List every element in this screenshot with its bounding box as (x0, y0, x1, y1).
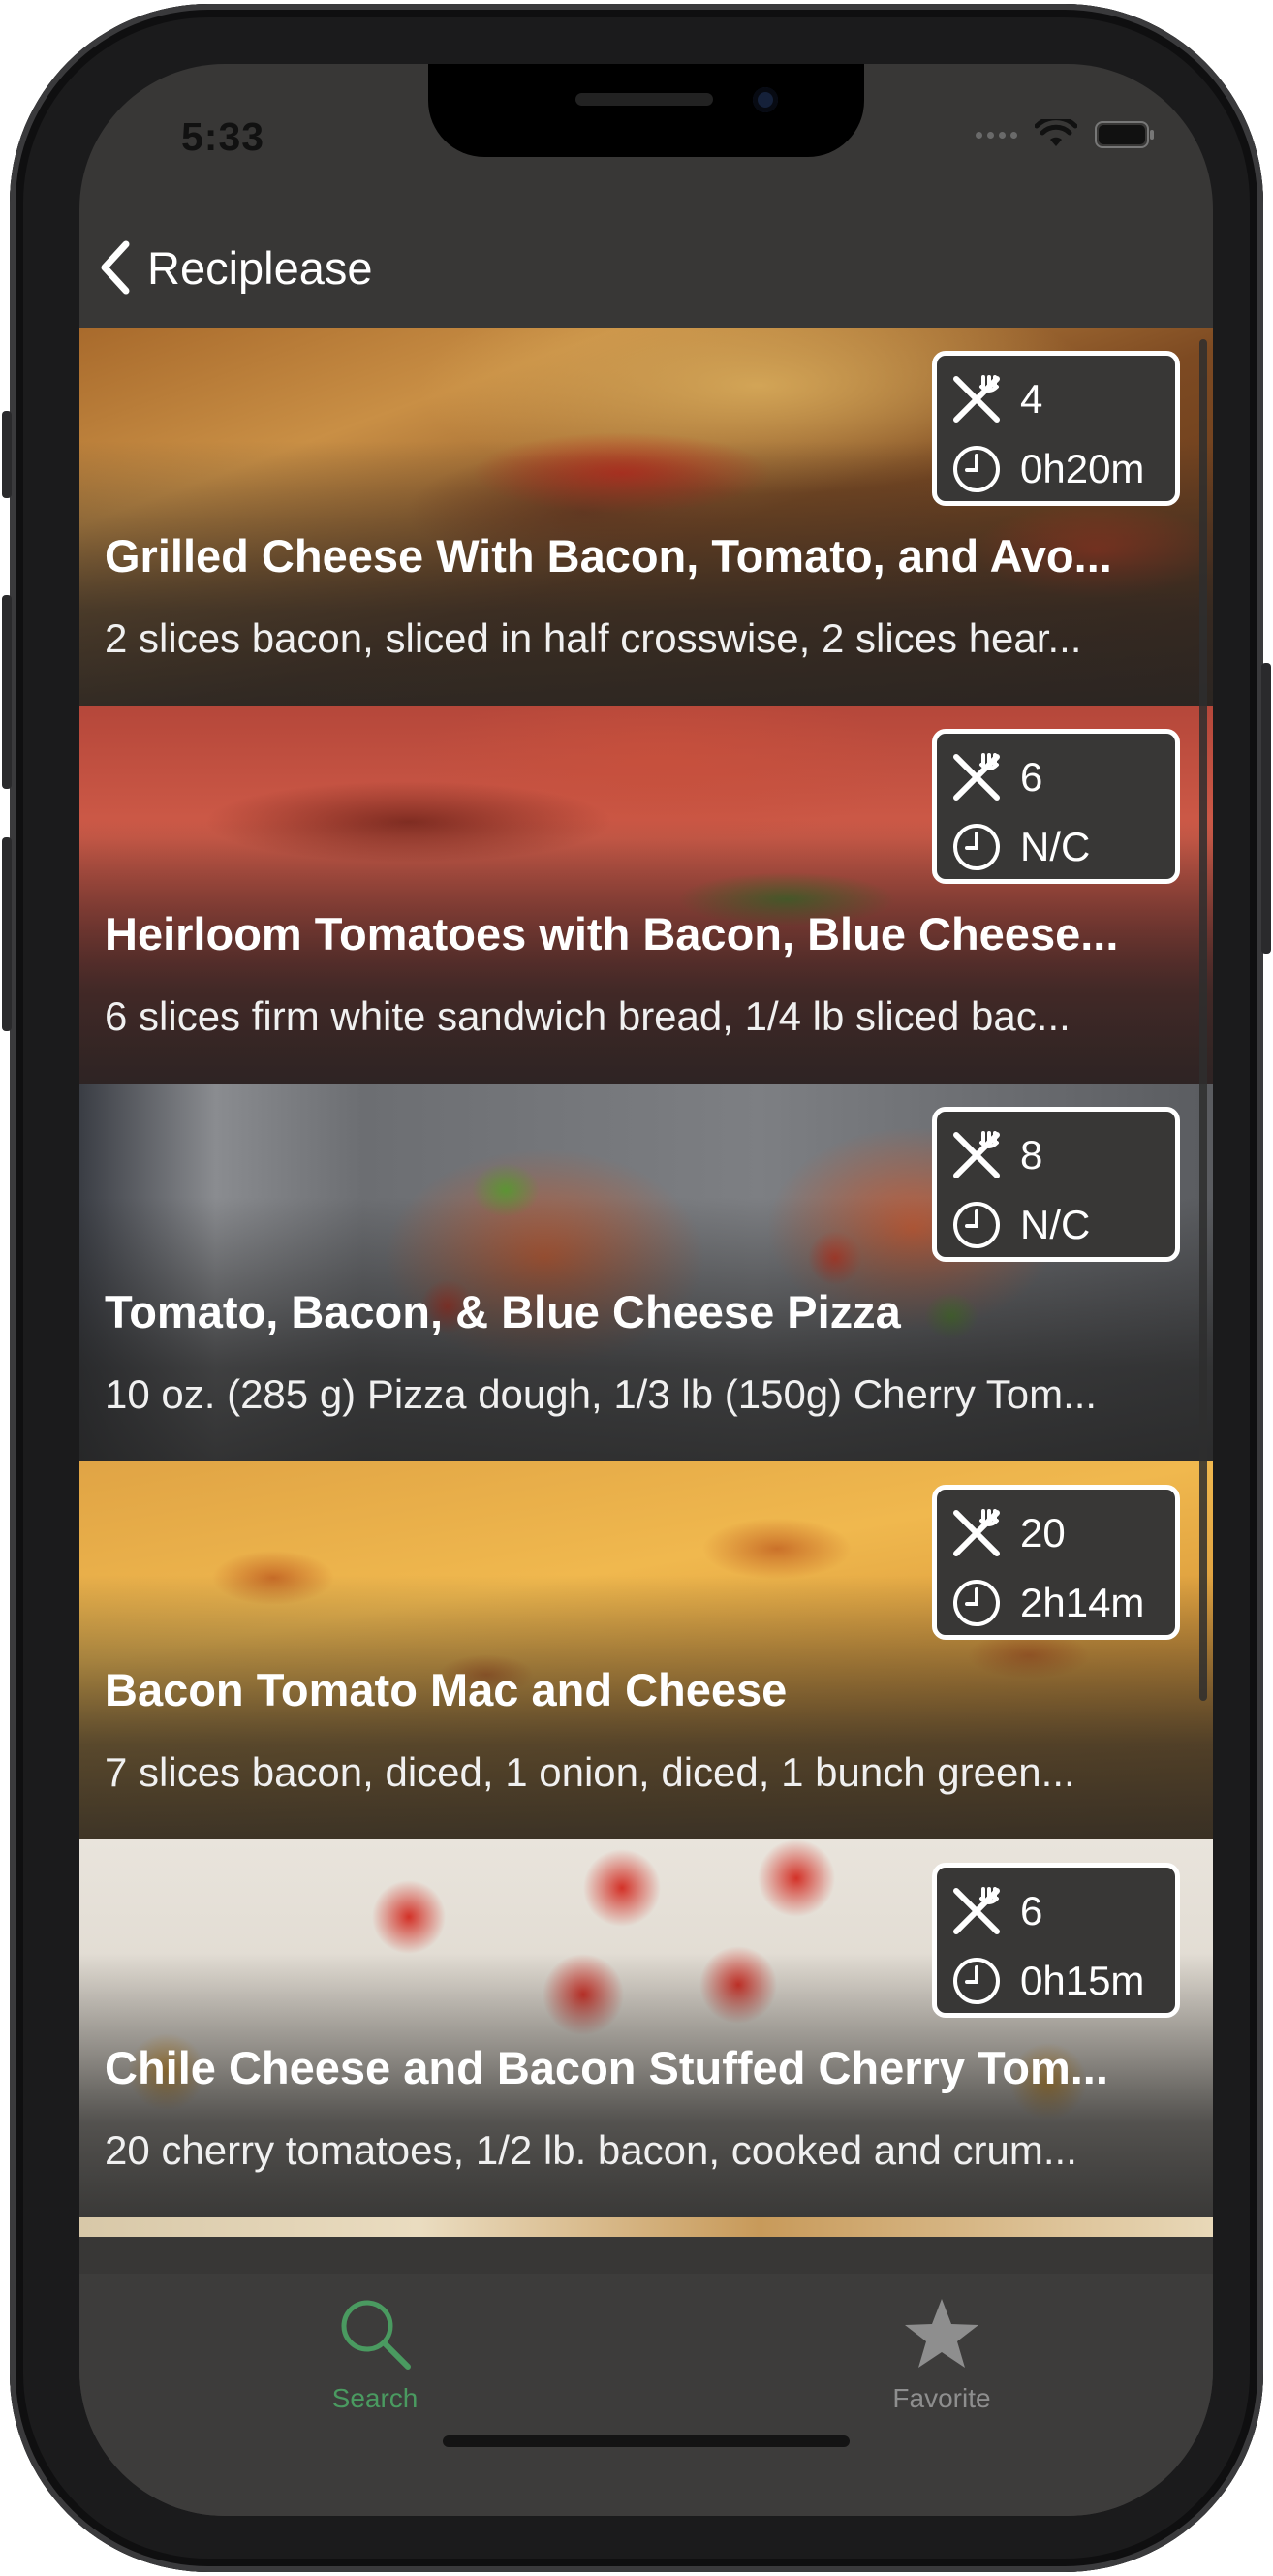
status-icons (976, 119, 1155, 149)
recipe-ingredients: 6 slices firm white sandwich bread, 1/4 … (105, 993, 1071, 1039)
recipe-card[interactable]: 6 N/C Heirloom Tomatoes with Bacon, Blue… (79, 706, 1213, 1084)
back-label: Reciplease (147, 241, 373, 294)
recipe-title: Grilled Cheese With Bacon, Tomato, and A… (105, 530, 1112, 581)
camera (753, 87, 778, 112)
recipe-card[interactable]: 6 0h15m Chile Cheese and Bacon Stuffed C… (79, 1839, 1213, 2217)
tab-favorite-label: Favorite (892, 2383, 991, 2413)
volume-up-button (2, 595, 12, 789)
device-frame: 5:33 Reciplease 4 0h20m Grilled Cheese W… (2, 4, 1271, 2572)
fork-knife-icon (953, 1131, 1000, 1178)
duration-value: N/C (1020, 1202, 1091, 1247)
recipe-info-box: 20 2h14m (932, 1485, 1180, 1640)
fork-knife-icon (953, 1887, 1000, 1934)
tab-search[interactable]: Search (259, 2295, 491, 2421)
duration-row: 2h14m (950, 1577, 1144, 1629)
recipe-title: Chile Cheese and Bacon Stuffed Cherry To… (105, 2042, 1108, 2093)
recipe-title: Heirloom Tomatoes with Bacon, Blue Chees… (105, 908, 1119, 959)
clock-icon (953, 1202, 1000, 1248)
duration-row: 0h15m (950, 1955, 1144, 2007)
back-button[interactable]: Reciplease (99, 238, 373, 297)
duration-value: 2h14m (1020, 1580, 1145, 1625)
duration-value: 0h15m (1020, 1958, 1145, 2003)
servings-row: 4 (950, 373, 1042, 425)
status-time: 5:33 (181, 114, 265, 159)
recipe-ingredients: 7 slices bacon, diced, 1 onion, diced, 1… (105, 1749, 1075, 1795)
recipe-ingredients: 20 cherry tomatoes, 1/2 lb. bacon, cooke… (105, 2127, 1077, 2173)
servings-value: 6 (1020, 1888, 1043, 1933)
duration-row: N/C (950, 1199, 1090, 1251)
wifi-icon (1035, 119, 1077, 146)
duration-row: 0h20m (950, 443, 1144, 495)
tab-search-label: Search (331, 2383, 419, 2413)
recipe-card[interactable]: 8 N/C Tomato, Bacon, & Blue Cheese Pizza… (79, 1084, 1213, 1461)
search-icon (341, 2300, 411, 2370)
clock-icon (953, 446, 1000, 492)
recipe-ingredients: 2 slices bacon, sliced in half crosswise… (105, 615, 1082, 661)
recipe-list[interactable]: 4 0h20m Grilled Cheese With Bacon, Tomat… (79, 328, 1213, 2237)
fork-knife-icon (953, 375, 1000, 423)
duration-value: N/C (1020, 824, 1091, 869)
speaker (575, 93, 713, 106)
servings-value: 4 (1020, 376, 1043, 422)
fork-knife-icon (953, 1509, 1000, 1556)
servings-row: 6 (950, 1885, 1042, 1937)
servings-row: 20 (950, 1507, 1066, 1559)
recipe-info-box: 4 0h20m (932, 351, 1180, 506)
servings-value: 20 (1020, 1510, 1066, 1555)
navigation-bar: Reciplease (79, 200, 1213, 326)
signal-dots-icon (976, 131, 1017, 139)
tab-favorite[interactable]: Favorite (825, 2295, 1058, 2421)
servings-value: 6 (1020, 754, 1043, 800)
power-button (1261, 663, 1271, 954)
screen: 5:33 Reciplease 4 0h20m Grilled Cheese W… (79, 64, 1213, 2516)
mute-switch (2, 411, 12, 498)
notch (428, 64, 864, 157)
recipe-ingredients: 10 oz. (285 g) Pizza dough, 1/3 lb (150g… (105, 1371, 1098, 1417)
tab-bar: Search Favorite (79, 2274, 1213, 2516)
battery-icon (1095, 121, 1154, 148)
home-indicator[interactable] (443, 2435, 850, 2447)
servings-value: 8 (1020, 1132, 1043, 1178)
recipe-card[interactable]: 20 2h14m Bacon Tomato Mac and Cheese 7 s… (79, 1461, 1213, 1839)
recipe-info-box: 6 N/C (932, 729, 1180, 884)
star-icon (905, 2299, 978, 2368)
scroll-indicator[interactable] (1199, 339, 1207, 1701)
duration-value: 0h20m (1020, 446, 1145, 491)
recipe-title: Bacon Tomato Mac and Cheese (105, 1664, 788, 1715)
chevron-left-icon (101, 240, 130, 295)
fork-knife-icon (953, 753, 1000, 801)
recipe-info-box: 6 0h15m (932, 1863, 1180, 2018)
clock-icon (953, 1580, 1000, 1626)
recipe-card-partial[interactable] (79, 2217, 1213, 2237)
recipe-title: Tomato, Bacon, & Blue Cheese Pizza (105, 1286, 901, 1337)
recipe-card[interactable]: 4 0h20m Grilled Cheese With Bacon, Tomat… (79, 328, 1213, 706)
clock-icon (953, 1958, 1000, 2004)
recipe-info-box: 8 N/C (932, 1107, 1180, 1262)
recipe-image (79, 2217, 1213, 2237)
volume-down-button (2, 837, 12, 1031)
clock-icon (953, 824, 1000, 870)
servings-row: 6 (950, 751, 1042, 803)
servings-row: 8 (950, 1129, 1042, 1181)
duration-row: N/C (950, 821, 1090, 873)
